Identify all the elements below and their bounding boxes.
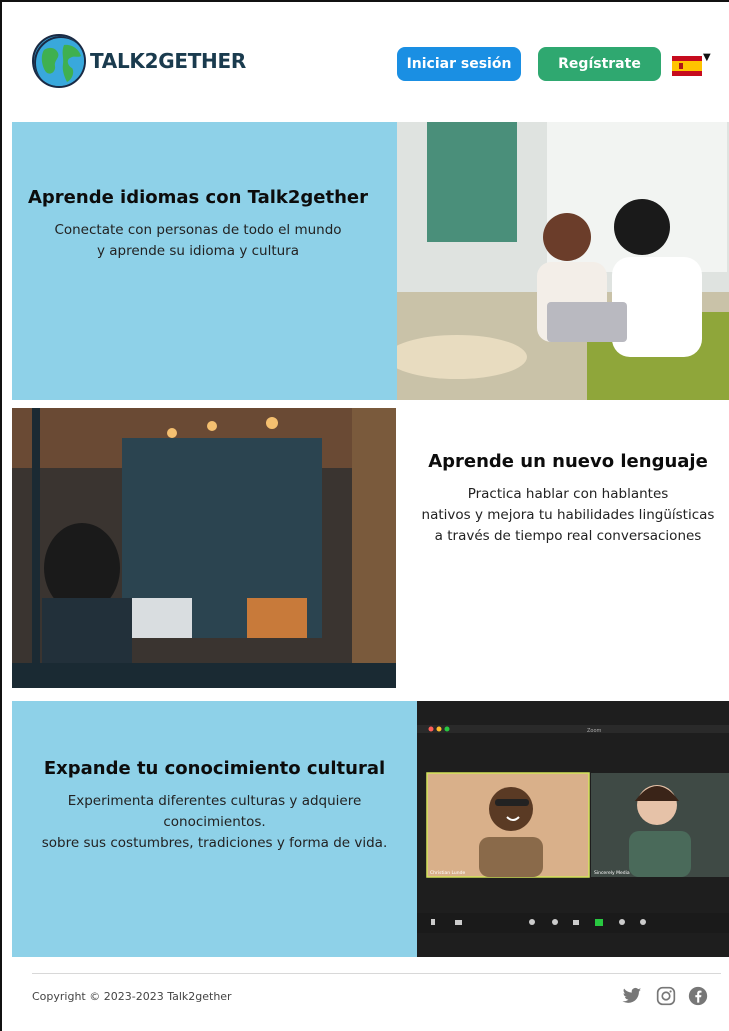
practice-section: Aprende un nuevo lenguaje Practica habla… <box>12 408 729 688</box>
practice-title: Aprende un nuevo lenguaje <box>428 451 708 472</box>
hero-text: Aprende idiomas con Talk2gether Conectat… <box>12 186 384 262</box>
footer-divider <box>32 973 721 974</box>
practice-image <box>12 408 396 688</box>
practice-text: Aprende un nuevo lenguaje Practica habla… <box>407 450 729 547</box>
instagram-icon[interactable] <box>655 985 677 1007</box>
video-call-image: Zoom Christian Lunde Sincerely Media <box>417 701 729 957</box>
hero-title: Aprende idiomas con Talk2gether <box>27 187 369 208</box>
call-window-title: Zoom <box>587 728 602 734</box>
participant-2-label: Sincerely Media <box>594 870 630 876</box>
chevron-down-icon[interactable]: ▼ <box>703 52 711 63</box>
culture-title: Expande tu conocimiento cultural <box>43 758 386 779</box>
logo[interactable]: TALK2GETHER <box>32 34 246 88</box>
culture-section: Expande tu conocimiento cultural Experim… <box>12 701 729 957</box>
facebook-icon[interactable] <box>687 985 709 1007</box>
hero-image <box>397 122 729 400</box>
header: TALK2GETHER Iniciar sesión Regístrate ▼ <box>0 0 729 122</box>
hero-section: Aprende idiomas con Talk2gether Conectat… <box>12 122 729 400</box>
culture-description: Experimenta diferentes culturas y adquie… <box>41 793 388 851</box>
participant-1-label: Christian Lunde <box>430 870 465 876</box>
culture-text: Expande tu conocimiento cultural Experim… <box>12 757 417 854</box>
spain-flag-icon[interactable] <box>672 56 702 76</box>
practice-description: Practica hablar con hablantes nativos y … <box>421 486 715 544</box>
globe-logo-icon <box>32 34 86 88</box>
login-button[interactable]: Iniciar sesión <box>397 47 521 81</box>
hero-description: Conectate con personas de todo el mundo … <box>54 222 342 259</box>
twitter-icon[interactable] <box>621 985 643 1007</box>
register-button[interactable]: Regístrate <box>538 47 661 81</box>
brand-name: TALK2GETHER <box>90 49 246 73</box>
copyright-text: Copyright © 2023-2023 Talk2gether <box>32 990 232 1003</box>
